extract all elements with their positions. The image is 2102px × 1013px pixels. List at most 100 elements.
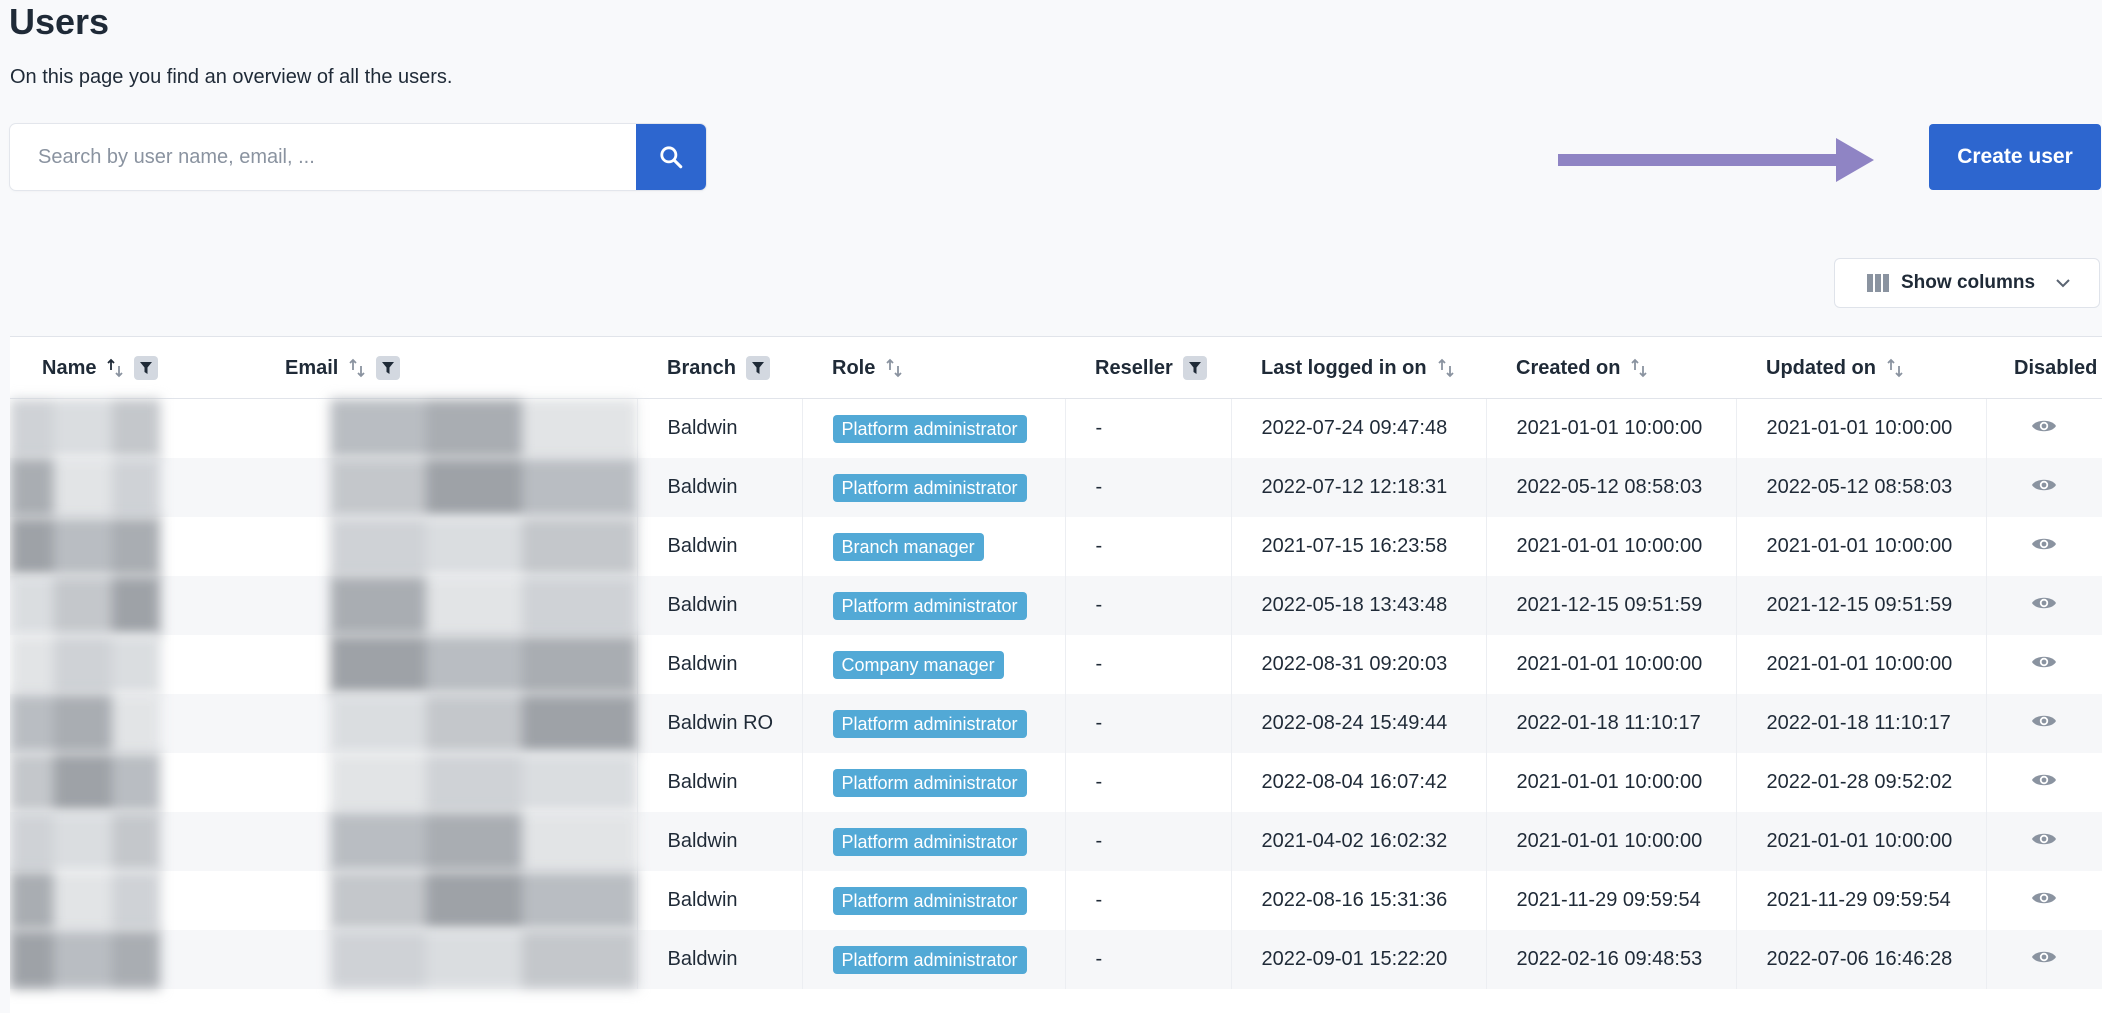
cell-disabled bbox=[1985, 753, 2102, 812]
cell-branch: Baldwin bbox=[637, 753, 803, 812]
cell-branch: Baldwin bbox=[637, 458, 803, 517]
cell-disabled bbox=[1985, 458, 2102, 517]
redacted-name bbox=[10, 812, 253, 871]
cell-branch: Baldwin bbox=[637, 576, 803, 635]
annotation-arrow-icon bbox=[1558, 138, 1874, 182]
role-badge: Platform administrator bbox=[832, 945, 1027, 974]
cell-branch: Baldwin bbox=[637, 930, 803, 989]
redacted-email bbox=[253, 576, 637, 635]
sort-icon[interactable] bbox=[1630, 358, 1648, 378]
column-header-email: Email bbox=[253, 337, 637, 399]
redacted-email bbox=[253, 753, 637, 812]
cell-created-on: 2021-01-01 10:00:00 bbox=[1486, 399, 1737, 458]
cell-updated-on: 2021-01-01 10:00:00 bbox=[1736, 517, 1987, 576]
cell-last-logged-in: 2022-08-04 16:07:42 bbox=[1231, 753, 1487, 812]
columns-icon bbox=[1867, 274, 1889, 292]
sort-icon[interactable] bbox=[1886, 358, 1904, 378]
table-row[interactable]: Baldwin Platform administrator - 2022-05… bbox=[10, 576, 2102, 635]
redacted-name bbox=[10, 635, 253, 694]
show-columns-button[interactable]: Show columns bbox=[1834, 258, 2100, 308]
redacted-name bbox=[10, 930, 253, 989]
search-button[interactable] bbox=[636, 124, 706, 190]
cell-email bbox=[253, 694, 638, 753]
cell-disabled bbox=[1985, 694, 2102, 753]
eye-icon[interactable] bbox=[2031, 830, 2057, 848]
redacted-email bbox=[253, 694, 637, 753]
cell-created-on: 2021-12-15 09:51:59 bbox=[1486, 576, 1737, 635]
cell-disabled bbox=[1985, 635, 2102, 694]
search-icon bbox=[660, 146, 683, 169]
cell-last-logged-in: 2022-05-18 13:43:48 bbox=[1231, 576, 1487, 635]
cell-updated-on: 2022-01-28 09:52:02 bbox=[1736, 753, 1987, 812]
cell-reseller: - bbox=[1065, 458, 1232, 517]
table-row[interactable]: Baldwin Branch manager - 2021-07-15 16:2… bbox=[10, 517, 2102, 576]
cell-disabled bbox=[1985, 871, 2102, 930]
column-label-role: Role bbox=[832, 356, 876, 379]
redacted-name bbox=[10, 576, 253, 635]
table-row[interactable]: Baldwin Platform administrator - 2022-07… bbox=[10, 458, 2102, 517]
cell-name bbox=[10, 517, 253, 576]
filter-icon[interactable] bbox=[745, 356, 770, 380]
cell-email bbox=[253, 753, 638, 812]
redacted-email bbox=[253, 635, 637, 694]
cell-role: Platform administrator bbox=[802, 812, 1066, 871]
table-row[interactable]: Baldwin Company manager - 2022-08-31 09:… bbox=[10, 635, 2102, 694]
cell-updated-on: 2022-05-12 08:58:03 bbox=[1736, 458, 1987, 517]
cell-name bbox=[10, 753, 253, 812]
cell-created-on: 2021-01-01 10:00:00 bbox=[1486, 753, 1737, 812]
role-badge: Platform administrator bbox=[832, 827, 1027, 856]
cell-disabled bbox=[1985, 517, 2102, 576]
eye-icon[interactable] bbox=[2031, 948, 2057, 966]
column-label-name: Name bbox=[42, 356, 97, 379]
cell-reseller: - bbox=[1065, 812, 1232, 871]
cell-role: Platform administrator bbox=[802, 871, 1066, 930]
cell-created-on: 2021-01-01 10:00:00 bbox=[1486, 517, 1737, 576]
table-row[interactable]: Baldwin Platform administrator - 2021-04… bbox=[10, 812, 2102, 871]
table-row[interactable]: Baldwin Platform administrator - 2022-08… bbox=[10, 871, 2102, 930]
search-bar bbox=[10, 124, 706, 190]
sort-icon[interactable] bbox=[1437, 358, 1455, 378]
eye-icon[interactable] bbox=[2031, 476, 2057, 494]
table-row[interactable]: Baldwin Platform administrator - 2022-09… bbox=[10, 930, 2102, 989]
cell-reseller: - bbox=[1065, 517, 1232, 576]
table-row[interactable]: Baldwin Platform administrator - 2022-07… bbox=[10, 399, 2102, 458]
search-input[interactable] bbox=[10, 124, 636, 190]
redacted-name bbox=[10, 517, 253, 576]
eye-icon[interactable] bbox=[2031, 653, 2057, 671]
table-header: Name Email Branch Role Reseller Last log… bbox=[10, 337, 2102, 399]
table-row[interactable]: Baldwin Platform administrator - 2022-08… bbox=[10, 753, 2102, 812]
eye-icon[interactable] bbox=[2031, 417, 2057, 435]
cell-email bbox=[253, 812, 638, 871]
table-row[interactable]: Baldwin RO Platform administrator - 2022… bbox=[10, 694, 2102, 753]
cell-created-on: 2021-11-29 09:59:54 bbox=[1486, 871, 1737, 930]
filter-icon[interactable] bbox=[1182, 356, 1207, 380]
create-user-button[interactable]: Create user bbox=[1929, 124, 2101, 190]
cell-reseller: - bbox=[1065, 576, 1232, 635]
eye-icon[interactable] bbox=[2031, 889, 2057, 907]
eye-icon[interactable] bbox=[2031, 535, 2057, 553]
column-label-email: Email bbox=[285, 356, 339, 379]
cell-role: Platform administrator bbox=[802, 753, 1066, 812]
cell-disabled bbox=[1985, 399, 2102, 458]
cell-reseller: - bbox=[1065, 871, 1232, 930]
cell-reseller: - bbox=[1065, 753, 1232, 812]
cell-name bbox=[10, 812, 253, 871]
filter-icon[interactable] bbox=[134, 356, 159, 380]
cell-reseller: - bbox=[1065, 399, 1232, 458]
cell-disabled bbox=[1985, 812, 2102, 871]
cell-email bbox=[253, 399, 638, 458]
role-badge: Platform administrator bbox=[832, 886, 1027, 915]
redacted-email bbox=[253, 930, 637, 989]
eye-icon[interactable] bbox=[2031, 771, 2057, 789]
sort-icon[interactable] bbox=[885, 358, 903, 378]
cell-created-on: 2021-01-01 10:00:00 bbox=[1486, 812, 1737, 871]
sort-icon[interactable] bbox=[348, 358, 366, 378]
cell-name bbox=[10, 930, 253, 989]
eye-icon[interactable] bbox=[2031, 594, 2057, 612]
cell-updated-on: 2021-01-01 10:00:00 bbox=[1736, 399, 1987, 458]
eye-icon[interactable] bbox=[2031, 712, 2057, 730]
cell-role: Platform administrator bbox=[802, 576, 1066, 635]
column-label-reseller: Reseller bbox=[1095, 356, 1173, 379]
sort-icon[interactable] bbox=[106, 358, 124, 378]
filter-icon[interactable] bbox=[376, 356, 401, 380]
